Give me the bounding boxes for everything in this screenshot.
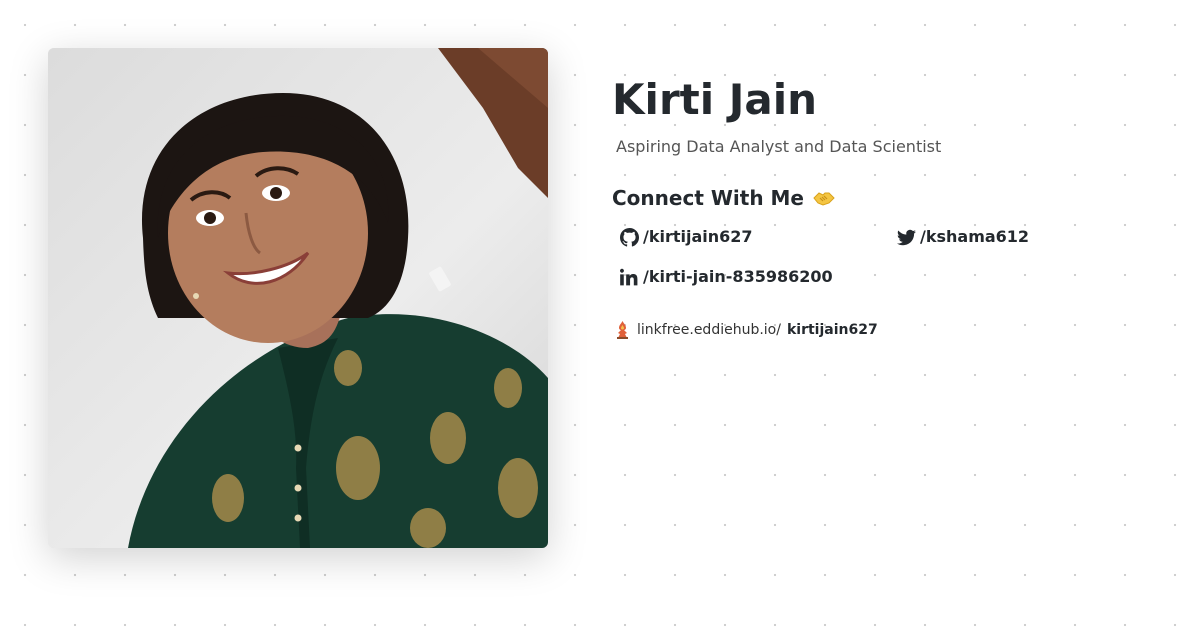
linkfree-domain: linkfree.eddiehub.io/ bbox=[637, 322, 781, 338]
linkedin-icon bbox=[620, 268, 638, 285]
twitter-icon bbox=[897, 229, 916, 245]
social-link-linkedin[interactable]: /kirti-jain-835986200 bbox=[620, 264, 897, 290]
profile-name: Kirti Jain bbox=[612, 75, 818, 124]
profile-photo bbox=[48, 48, 548, 548]
social-handle-linkedin: /kirti-jain-835986200 bbox=[643, 267, 833, 286]
social-handle-github: /kirtijain627 bbox=[643, 227, 753, 246]
linkfree-link[interactable]: linkfree.eddiehub.io/ kirtijain627 bbox=[614, 320, 1172, 340]
profile-tagline: Aspiring Data Analyst and Data Scientist bbox=[616, 137, 942, 156]
profile-photo-illustration bbox=[48, 48, 548, 548]
connect-heading: Connect With Me bbox=[612, 186, 804, 210]
social-link-twitter[interactable]: /kshama612 bbox=[897, 224, 1157, 250]
social-link-github[interactable]: /kirtijain627 bbox=[620, 224, 897, 250]
social-handle-twitter: /kshama612 bbox=[920, 227, 1030, 246]
profile-info: Kirti Jain Aspiring Data Analyst and Dat… bbox=[612, 72, 1172, 340]
linkfree-logo-icon bbox=[617, 321, 628, 339]
linkfree-username: kirtijain627 bbox=[786, 322, 878, 338]
connect-heading-row: Connect With Me bbox=[612, 184, 1172, 212]
social-links: /kirtijain627 /kshama612 /kirti-jain-835… bbox=[620, 224, 1172, 290]
github-icon bbox=[620, 227, 639, 247]
handshake-icon bbox=[812, 186, 836, 210]
